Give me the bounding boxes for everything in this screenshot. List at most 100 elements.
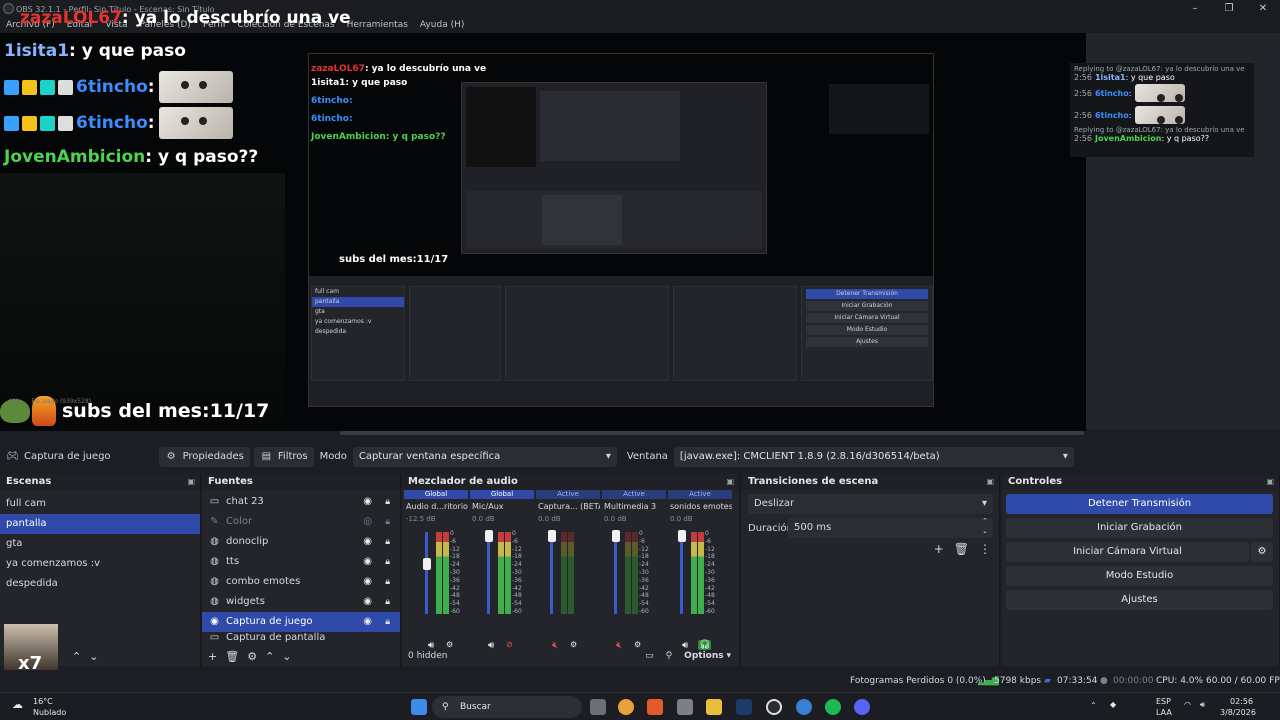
duration-label: Duración <box>748 522 794 534</box>
mode-select[interactable]: Capturar ventana específica <box>352 447 617 467</box>
source-item[interactable]: ◍ donoclip ◉ 🔒︎ <box>202 532 400 552</box>
clock-time[interactable]: 02:56 <box>1230 697 1253 706</box>
lock-icon[interactable]: 🔒︎ <box>385 512 390 532</box>
discord-icon[interactable] <box>854 699 870 715</box>
trash-icon[interactable]: 🗑︎ <box>954 542 969 556</box>
eye-icon[interactable]: ◉ <box>363 592 372 612</box>
undock-icon[interactable]: ▣ <box>986 474 994 490</box>
menu-ayuda[interactable]: Ayuda (H) <box>420 18 464 33</box>
folder-icon[interactable] <box>706 699 722 715</box>
link-icon[interactable]: ⚲ <box>666 651 673 661</box>
source-item-selected[interactable]: ◉ Captura de juego ◉ 🔒︎ <box>202 612 400 632</box>
minimize-icon[interactable]: – <box>1178 0 1212 18</box>
windows-start-icon[interactable] <box>411 699 427 715</box>
options-button[interactable]: Options ▾ <box>684 651 731 661</box>
start-recording-button[interactable]: Iniciar Grabación <box>1006 518 1273 538</box>
spotify-icon[interactable] <box>825 699 841 715</box>
scene-item[interactable]: despedida <box>0 574 200 594</box>
filter-icon: ▤ <box>261 451 272 462</box>
lock-icon[interactable]: 🔒︎ <box>385 492 390 512</box>
app-icon[interactable] <box>796 699 812 715</box>
filters-button[interactable]: ▤ Filtros <box>253 447 314 467</box>
stop-stream-button[interactable]: Detener Transmisión <box>1006 494 1273 514</box>
volume-fader[interactable] <box>425 532 428 614</box>
scene-item-selected[interactable]: pantalla <box>0 514 200 534</box>
source-item[interactable]: ▭ Captura de pantalla <box>202 632 400 644</box>
lock-icon[interactable]: 🔒︎ <box>385 532 390 552</box>
transition-select[interactable]: Deslizar <box>748 494 993 514</box>
scene-item[interactable]: gta <box>0 534 200 554</box>
chrome-icon[interactable] <box>618 699 634 715</box>
lock-icon[interactable]: 🔒︎ <box>385 572 390 592</box>
lang-layout[interactable]: LAA <box>1156 708 1172 717</box>
steam-icon[interactable] <box>736 699 752 715</box>
volume-fader[interactable] <box>614 532 617 614</box>
lock-icon[interactable]: 🔒︎ <box>385 552 390 572</box>
spinner-icon[interactable]: ⌃ ⌄ <box>982 516 988 536</box>
eye-icon[interactable]: ◉ <box>363 532 372 552</box>
maximize-icon[interactable]: ❐ <box>1212 0 1246 18</box>
lock-icon[interactable]: 🔒︎ <box>385 592 390 612</box>
undock-icon[interactable]: ▣ <box>1266 474 1274 490</box>
store-icon[interactable] <box>677 699 693 715</box>
add-icon[interactable]: + <box>934 542 944 556</box>
eye-icon[interactable]: ◉ <box>363 612 372 632</box>
close-icon[interactable]: ✕ <box>1246 0 1280 18</box>
source-item[interactable]: ◍ combo emotes ◉ 🔒︎ <box>202 572 400 592</box>
scene-item[interactable]: full cam <box>0 494 200 514</box>
undock-icon[interactable]: ▣ <box>187 474 195 490</box>
taskbar-search[interactable]: ⚲ Buscar <box>432 696 582 718</box>
gear-icon[interactable]: ⚙ <box>1251 542 1273 562</box>
settings-button[interactable]: Ajustes <box>1006 590 1273 610</box>
preview-canvas[interactable]: 1isita1 : y que paso 6tincho : 6tincho :… <box>0 33 1086 431</box>
preview-area[interactable]: 1isita1 : y que paso 6tincho : 6tincho :… <box>0 8 1280 431</box>
lock-icon[interactable]: 🔒︎ <box>385 612 390 632</box>
clock-date[interactable]: 3/8/2026 <box>1220 708 1256 717</box>
fader-knob[interactable] <box>485 530 493 542</box>
weather-desc[interactable]: Nublado <box>33 708 66 717</box>
source-item[interactable]: ◍ tts ◉ 🔒︎ <box>202 552 400 572</box>
brave-icon[interactable] <box>647 699 663 715</box>
task-view-icon[interactable] <box>590 699 606 715</box>
move-down-icon[interactable]: ⌄ <box>89 650 98 663</box>
source-item[interactable]: ◍ widgets ◉ 🔒︎ <box>202 592 400 612</box>
undock-icon[interactable]: ▣ <box>726 474 734 490</box>
trash-icon[interactable]: 🗑︎ <box>225 650 239 663</box>
volume-icon[interactable]: 🔊︎ <box>1200 700 1205 710</box>
weather-temp[interactable]: 16°C <box>33 697 53 706</box>
eye-icon[interactable]: ◉ <box>363 572 372 592</box>
virtual-camera-button[interactable]: Iniciar Cámara Virtual <box>1006 542 1249 562</box>
move-up-icon[interactable]: ⌃ <box>72 650 81 663</box>
layout-icon[interactable]: ▭ <box>645 651 654 661</box>
preview-scrollbar[interactable] <box>340 431 1084 435</box>
source-item[interactable]: ✎ Color ◎ 🔒︎ <box>202 512 400 532</box>
properties-button[interactable]: ⚙ Propiedades <box>158 447 250 467</box>
scene-item[interactable]: ya comenzamos :v <box>0 554 200 574</box>
volume-fader[interactable] <box>680 532 683 614</box>
window-select[interactable]: [javaw.exe]: CMCLIENT 1.8.9 (2.8.16/d306… <box>673 447 1074 467</box>
duration-input[interactable]: 500 ms ⌃ ⌄ <box>788 516 993 538</box>
fader-knob[interactable] <box>423 558 431 570</box>
fader-knob[interactable] <box>612 530 620 542</box>
studio-mode-button[interactable]: Modo Estudio <box>1006 566 1273 586</box>
eye-icon[interactable]: ◉ <box>363 492 372 512</box>
tray-icon[interactable]: ◆ <box>1110 700 1116 709</box>
fader-knob[interactable] <box>548 530 556 542</box>
wifi-icon[interactable]: ◠ <box>1184 700 1191 709</box>
obs-icon[interactable] <box>766 699 782 715</box>
add-icon[interactable]: + <box>208 650 217 663</box>
menu-herramientas[interactable]: Herramientas <box>347 18 408 33</box>
move-up-icon[interactable]: ⌃ <box>265 650 274 663</box>
eye-off-icon[interactable]: ◎ <box>363 512 372 532</box>
eye-icon[interactable]: ◉ <box>363 552 372 572</box>
volume-fader[interactable] <box>550 532 553 614</box>
lang-indicator[interactable]: ESP <box>1156 697 1171 706</box>
chevron-up-icon[interactable]: ⌃ <box>1090 701 1097 710</box>
zoom-level[interactable]: 48% <box>8 396 21 408</box>
more-icon[interactable]: ⋮ <box>979 542 991 556</box>
source-item[interactable]: ▭ chat 23 ◉ 🔒︎ <box>202 492 400 512</box>
fader-knob[interactable] <box>678 530 686 542</box>
volume-fader[interactable] <box>487 532 490 614</box>
gear-icon[interactable]: ⚙ <box>247 650 257 663</box>
move-down-icon[interactable]: ⌄ <box>282 650 291 663</box>
